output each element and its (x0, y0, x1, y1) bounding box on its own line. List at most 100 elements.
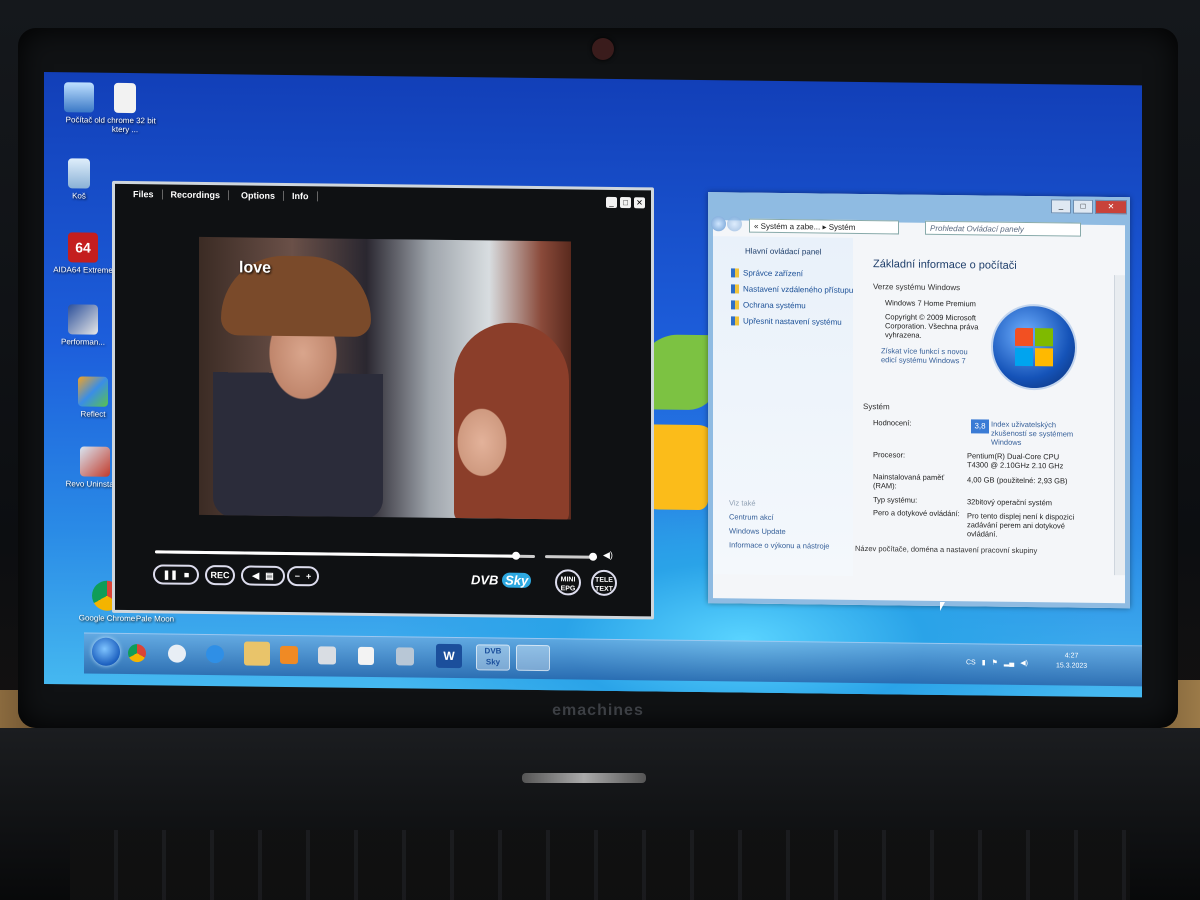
seek-bar[interactable] (155, 550, 535, 560)
desktop-icon-label: Koš (72, 191, 86, 201)
notepad-icon[interactable] (318, 646, 336, 665)
section-system: Systém (863, 402, 890, 412)
network-icon[interactable]: ▮ (982, 658, 986, 666)
sidebar-item-label: Upřesnit nastavení systému (743, 316, 842, 327)
media-player-window-buttons: _ □ ✕ (606, 196, 645, 209)
file-icon[interactable] (358, 646, 374, 666)
dvbsky-icon[interactable]: DVB Sky (476, 644, 510, 671)
signal-icon[interactable]: ▂▄ (1004, 659, 1014, 667)
mini-epg-button[interactable]: MINI EPG (555, 569, 581, 596)
desktop-icon-performance[interactable]: Performan... (48, 304, 118, 347)
control-panel-icon[interactable] (516, 644, 550, 672)
maximize-button[interactable]: □ (1073, 199, 1093, 214)
sidebar-item-advanced[interactable]: Upřesnit nastavení systému (731, 316, 842, 327)
pause-icon[interactable]: ❚❚ (163, 569, 178, 580)
menu-recordings[interactable]: Recordings (162, 189, 230, 201)
minimize-button[interactable]: _ (1051, 199, 1071, 214)
desktop-icon-recycle-bin[interactable]: Koš (44, 158, 114, 201)
file-icon (114, 82, 136, 114)
ie-icon[interactable] (206, 644, 224, 664)
desktop-icon-old-chrome[interactable]: old chrome 32 bit ktery ... (90, 82, 160, 135)
clock-date: 15.3.2023 (1056, 662, 1088, 670)
search-input[interactable]: Prohledat Ovládací panely (925, 220, 1081, 237)
media-icon[interactable] (280, 645, 298, 665)
control-panel-window[interactable]: « Systém a zabe... ▸ Systém _ □ ✕ Prohle… (708, 192, 1130, 609)
recycle-bin-icon (68, 158, 90, 189)
word-icon[interactable]: W (436, 643, 462, 669)
language-indicator[interactable]: CS (966, 659, 976, 666)
chrome-icon[interactable] (128, 644, 146, 663)
laptop-media-buttons (522, 773, 646, 783)
link-action-center[interactable]: Centrum akcí (729, 512, 774, 522)
teletext-label: TELE TEXT (595, 576, 613, 593)
section-computer-name: Název počítače, doména a nastavení praco… (855, 543, 1038, 556)
explorer-icon[interactable] (244, 641, 270, 666)
forward-button[interactable] (727, 216, 742, 232)
windows-logo-icon (991, 303, 1077, 391)
sidebar-item-remote[interactable]: Nastavení vzdáleného přístupu (731, 284, 853, 295)
page-title: Základní informace o počítači (873, 258, 1017, 272)
zoom-out-button[interactable]: − (295, 571, 300, 581)
record-label: REC (210, 570, 230, 581)
taskbar: W DVB Sky CS ▮ ⚑ ▂▄ ◀) 4:27 15.3.2023 (84, 632, 1142, 687)
seek-handle[interactable] (512, 551, 520, 560)
laptop-brand: emachines (552, 702, 644, 719)
back-icon: ◀ (252, 570, 260, 581)
sidebar-item-protection[interactable]: Ochrana systému (731, 300, 806, 310)
zoom-in-button[interactable]: + (306, 571, 311, 581)
teletext-button[interactable]: TELE TEXT (591, 569, 617, 597)
start-button[interactable] (92, 637, 120, 666)
shield-icon (731, 300, 739, 310)
back-button[interactable] (711, 216, 726, 232)
video-area[interactable]: love (199, 236, 571, 520)
sidebar-item-label: Nastavení vzdáleného přístupu (743, 284, 854, 295)
scrollbar[interactable] (1114, 275, 1125, 576)
volume-slider[interactable] (545, 552, 597, 561)
media-player-window[interactable]: Files Recordings Options Info _ □ ✕ love… (112, 180, 654, 620)
record-button[interactable]: REC (205, 564, 235, 586)
rating-badge: 3,8 (971, 419, 989, 434)
link-performance-tools[interactable]: Informace o výkonu a nástroje (729, 540, 829, 550)
address-bar[interactable]: « Systém a zabe... ▸ Systém (749, 218, 899, 235)
sidebar-item-device-manager[interactable]: Správce zařízení (731, 268, 803, 278)
pale-moon-icon[interactable] (168, 644, 186, 663)
processor-label: Procesor: (873, 450, 906, 460)
desktop-icon-label: old chrome 32 bit ktery ... (94, 115, 156, 135)
speaker-icon[interactable]: ◀) (603, 550, 617, 562)
seek-bar-fill (155, 550, 516, 558)
close-button[interactable]: ✕ (1095, 199, 1127, 215)
volume-icon[interactable]: ◀) (1020, 659, 1028, 667)
flag-icon[interactable]: ⚑ (992, 659, 998, 667)
ram-value: 4,00 GB (použitelné: 2,93 GB) (967, 475, 1068, 486)
desktop-icon-aida64[interactable]: 64 AIDA64 Extreme (48, 232, 118, 275)
stop-icon[interactable]: ■ (184, 570, 189, 580)
system-type-value: 32bitový operační systém (967, 497, 1053, 508)
main-content: Základní informace o počítači Verze syst… (855, 238, 1103, 555)
mouse-cursor-icon (940, 601, 945, 612)
more-features-link[interactable]: Získat více funkcí s novou edicí systému… (881, 346, 981, 365)
desktop-icon-label: Performan... (60, 337, 105, 347)
volume-handle[interactable] (588, 552, 597, 561)
windows-flag-icon (1015, 327, 1055, 368)
rating-link[interactable]: Index uživatelských zkušeností se systém… (991, 420, 1077, 448)
menu-options[interactable]: Options (229, 190, 285, 201)
mini-epg-label: MINI EPG (560, 576, 576, 593)
paint-icon[interactable] (396, 647, 414, 666)
pen-value: Pro tento displej není k dispozici zadáv… (967, 511, 1075, 539)
clock[interactable]: 4:27 15.3.2023 (1056, 651, 1087, 671)
close-button[interactable]: ✕ (634, 197, 645, 209)
sidebar: Hlavní ovládací panel Správce zařízení N… (713, 236, 853, 576)
zoom-control[interactable]: − + (287, 565, 319, 587)
revo-uninstaller-icon (80, 446, 110, 477)
link-windows-update[interactable]: Windows Update (729, 526, 786, 536)
sidebar-home-link[interactable]: Hlavní ovládací panel (745, 247, 822, 257)
minimize-button[interactable]: _ (606, 196, 617, 209)
window-buttons: _ □ ✕ (1051, 199, 1127, 215)
menu-info[interactable]: Info (284, 190, 318, 202)
channel-list-button[interactable]: ◀ ▤ (241, 565, 285, 586)
dvbsky-logo: DVB Sky (471, 572, 532, 588)
processor-value: Pentium(R) Dual-Core CPU T4300 @ 2.10GHz… (967, 451, 1064, 471)
menu-files[interactable]: Files (125, 188, 163, 200)
section-edition: Verze systému Windows (873, 282, 961, 293)
maximize-button[interactable]: □ (620, 197, 631, 209)
